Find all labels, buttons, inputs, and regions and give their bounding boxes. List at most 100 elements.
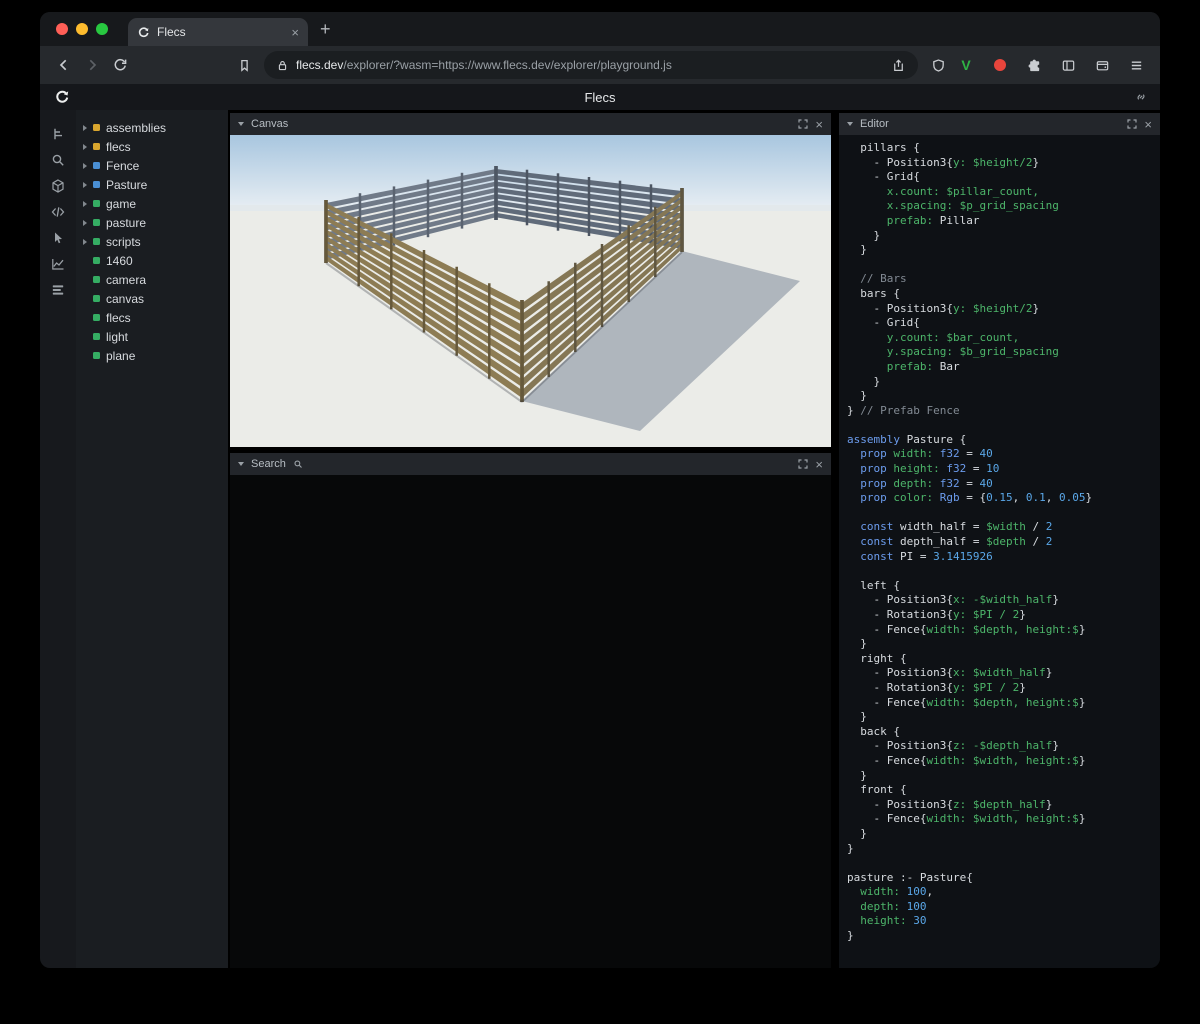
entity-color-square (93, 257, 100, 264)
close-panel-icon[interactable]: × (1144, 118, 1152, 131)
fullscreen-icon[interactable] (798, 119, 808, 129)
expander-icon[interactable] (83, 144, 93, 150)
search-panel: Search × (230, 453, 831, 968)
code-line: depth: 100 (847, 900, 1160, 915)
entity-color-square (93, 124, 100, 131)
memory-icon (50, 282, 66, 298)
extension-v-icon[interactable]: V (952, 51, 980, 79)
code-line: - Rotation3{y: $PI / 2} (847, 608, 1160, 623)
share-icon[interactable] (891, 58, 906, 73)
site-lock-icon[interactable] (276, 59, 289, 72)
url-path: /explorer/?wasm=https://www.flecs.dev/ex… (343, 58, 671, 72)
url-bar[interactable]: flecs.dev/explorer/?wasm=https://www.fle… (264, 51, 918, 79)
tab-title: Flecs (157, 25, 284, 39)
maximize-window-button[interactable] (96, 23, 108, 35)
collapse-chevron-icon[interactable] (847, 122, 853, 126)
code-line (847, 506, 1160, 521)
tree-row[interactable]: flecs (76, 137, 228, 156)
forward-button[interactable] (78, 51, 106, 79)
menu-button[interactable] (1122, 51, 1150, 79)
extension-red-icon[interactable] (986, 51, 1014, 79)
new-tab-button[interactable]: + (320, 20, 331, 38)
window-controls (40, 23, 120, 35)
expander-icon[interactable] (83, 163, 93, 169)
wallet-icon[interactable] (1088, 51, 1116, 79)
entity-tree: assemblies flecs Fence Pasture gamepasturesc… (76, 110, 228, 968)
tree-row[interactable]: flecs (76, 308, 228, 327)
rail-search-button[interactable] (45, 148, 71, 172)
search-panel-header: Search × (230, 453, 831, 475)
tree-row[interactable]: Pasture (76, 175, 228, 194)
expander-icon[interactable] (83, 201, 93, 207)
search-icon (293, 459, 303, 469)
tree-row[interactable]: 1460 (76, 251, 228, 270)
canvas-panel-header: Canvas × (230, 113, 831, 135)
panel-title: Search (251, 458, 286, 470)
tree-row[interactable]: canvas (76, 289, 228, 308)
tab-favicon-icon (137, 26, 150, 39)
rail-chart-button[interactable] (45, 252, 71, 276)
minimize-window-button[interactable] (76, 23, 88, 35)
canvas-viewport[interactable] (230, 135, 831, 447)
sidebar-toggle-icon[interactable] (1054, 51, 1082, 79)
navigation-bar: flecs.dev/explorer/?wasm=https://www.fle… (40, 46, 1160, 84)
code-line: } (847, 229, 1160, 244)
bookmark-icon[interactable] (230, 51, 258, 79)
close-panel-icon[interactable]: × (815, 458, 823, 471)
code-line: bars { (847, 287, 1160, 302)
code-line: - Fence{width: $width, height:$} (847, 754, 1160, 769)
expander-icon[interactable] (83, 125, 93, 131)
fullscreen-icon[interactable] (1127, 119, 1137, 129)
brave-shield-icon[interactable] (924, 51, 952, 79)
search-results-area (230, 475, 831, 968)
code-line: - Position3{z: -$depth_half} (847, 739, 1160, 754)
code-line: - Grid{ (847, 316, 1160, 331)
collapse-chevron-icon[interactable] (238, 462, 244, 466)
tree-label: flecs (106, 140, 131, 154)
code-line: front { (847, 783, 1160, 798)
code-line: const PI = 3.1415926 (847, 550, 1160, 565)
close-panel-icon[interactable]: × (815, 118, 823, 131)
code-editor[interactable]: pillars { - Position3{y: $height/2} - Gr… (839, 135, 1160, 968)
code-line: prefab: Bar (847, 360, 1160, 375)
code-line: } (847, 769, 1160, 784)
panel-title: Canvas (251, 118, 288, 130)
tree-row[interactable]: game (76, 194, 228, 213)
collapse-chevron-icon[interactable] (238, 122, 244, 126)
tree-row[interactable]: assemblies (76, 118, 228, 137)
tree-row[interactable]: pasture (76, 213, 228, 232)
url-text[interactable]: flecs.dev/explorer/?wasm=https://www.fle… (296, 58, 672, 72)
expander-icon[interactable] (83, 182, 93, 188)
back-button[interactable] (50, 51, 78, 79)
reload-button[interactable] (106, 51, 134, 79)
tree-row[interactable]: scripts (76, 232, 228, 251)
code-line: left { (847, 579, 1160, 594)
extensions-puzzle-icon[interactable] (1020, 51, 1048, 79)
fullscreen-icon[interactable] (798, 459, 808, 469)
rail-memory-button[interactable] (45, 278, 71, 302)
copy-link-icon[interactable] (1134, 90, 1148, 104)
code-line: x.count: $pillar_count, (847, 185, 1160, 200)
app-header: Flecs (40, 84, 1160, 110)
code-line: pasture :- Pasture{ (847, 871, 1160, 886)
rail-pointer-button[interactable] (45, 226, 71, 250)
tree-row[interactable]: camera (76, 270, 228, 289)
tree-row[interactable]: plane (76, 346, 228, 365)
close-window-button[interactable] (56, 23, 68, 35)
main-area: Canvas × Search (228, 110, 1160, 968)
rail-code-button[interactable] (45, 200, 71, 224)
tree-label: canvas (106, 292, 144, 306)
tree-row[interactable]: light (76, 327, 228, 346)
rail-tree-button[interactable] (45, 122, 71, 146)
rail-cube-button[interactable] (45, 174, 71, 198)
expander-icon[interactable] (83, 239, 93, 245)
tab-close-icon[interactable]: × (291, 26, 299, 39)
code-line: x.spacing: $p_grid_spacing (847, 199, 1160, 214)
tree-label: 1460 (106, 254, 133, 268)
browser-tab[interactable]: Flecs × (128, 18, 308, 46)
tree-label: camera (106, 273, 146, 287)
expander-icon[interactable] (83, 220, 93, 226)
tree-label: Pasture (106, 178, 147, 192)
code-line (847, 418, 1160, 433)
tree-row[interactable]: Fence (76, 156, 228, 175)
